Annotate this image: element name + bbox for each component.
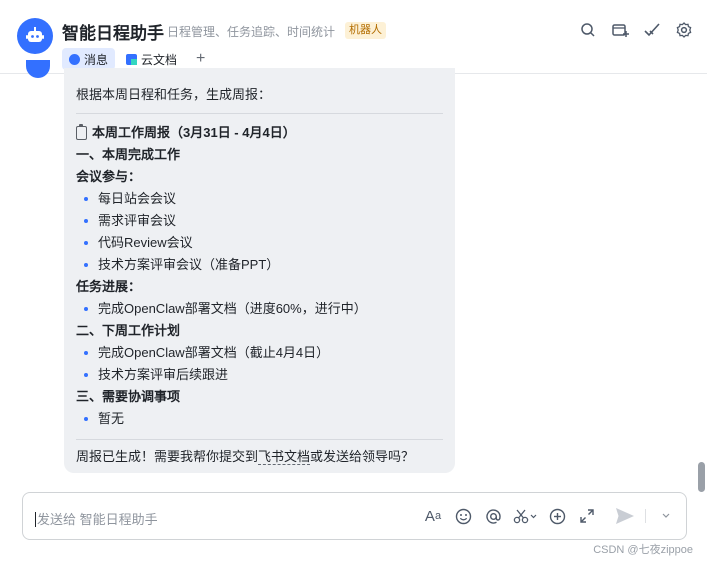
report-title: 本周工作周报（3月31日 - 4月4日） xyxy=(76,122,443,144)
bullet xyxy=(84,219,88,223)
bot-badge: 机器人 xyxy=(345,22,386,39)
list-item: 每日站会会议 xyxy=(76,188,443,210)
tab-cloud-docs[interactable]: 云文档 xyxy=(119,48,184,70)
send-separator xyxy=(645,509,646,523)
robot-icon xyxy=(26,27,44,42)
bullet xyxy=(84,373,88,377)
tab-cloud-docs-label: 云文档 xyxy=(141,52,178,67)
add-tab-button[interactable]: + xyxy=(188,50,213,68)
divider xyxy=(76,439,443,440)
mention-icon[interactable] xyxy=(483,506,503,526)
list-item: 技术方案评审会议（准备PPT） xyxy=(76,254,443,276)
send-icon[interactable] xyxy=(615,506,635,526)
text-caret xyxy=(35,512,36,527)
input-toolbar: Aa xyxy=(423,506,676,526)
expand-icon[interactable] xyxy=(577,506,597,526)
chevron-down-icon[interactable] xyxy=(656,506,676,526)
check-icon[interactable] xyxy=(643,21,661,39)
message-icon xyxy=(69,53,80,65)
search-icon[interactable] xyxy=(579,21,597,39)
section-heading: 三、需要协调事项 xyxy=(76,389,181,404)
add-window-icon[interactable] xyxy=(611,21,629,39)
list-item: 暂无 xyxy=(76,408,443,430)
format-icon[interactable]: Aa xyxy=(423,506,443,526)
list-item-text: 技术方案评审会议（准备PPT） xyxy=(98,257,280,272)
message-input[interactable]: 发送给 智能日程助手 Aa xyxy=(22,492,687,540)
bullet xyxy=(84,263,88,267)
subsection-heading: 任务进展： xyxy=(76,279,142,294)
subsection-heading: 会议参与： xyxy=(76,169,142,184)
report-title-text: 本周工作周报（3月31日 - 4月4日） xyxy=(92,125,296,140)
list-item: 完成OpenClaw部署文档（进度60%，进行中） xyxy=(76,298,443,320)
doc-icon xyxy=(126,53,138,65)
bullet xyxy=(84,241,88,245)
message-bubble: 根据本周日程和任务，生成周报： 本周工作周报（3月31日 - 4月4日） 一、本… xyxy=(64,68,455,473)
message-avatar[interactable] xyxy=(26,60,50,78)
message-footer: 周报已生成！需要我帮你提交到飞书文档或发送给领导吗？ xyxy=(76,448,443,466)
header-actions xyxy=(579,21,693,39)
feishu-doc-link[interactable]: 飞书文档 xyxy=(258,449,311,465)
list-item: 技术方案评审后续跟进 xyxy=(76,364,443,386)
chat-tabs: 消息 云文档 + xyxy=(62,48,213,70)
bullet xyxy=(84,417,88,421)
chat-subtitle: 日程管理、任务追踪、时间统计 xyxy=(167,25,336,39)
bot-avatar[interactable] xyxy=(17,18,53,54)
emoji-icon[interactable] xyxy=(453,506,473,526)
list-item-text: 完成OpenClaw部署文档（截止4月4日） xyxy=(98,345,330,360)
list-item-text: 完成OpenClaw部署文档（进度60%，进行中） xyxy=(98,301,367,316)
scrollbar-thumb[interactable] xyxy=(698,462,705,492)
list-item-text: 需求评审会议 xyxy=(98,213,177,228)
footer-text-before: 周报已生成！需要我帮你提交到 xyxy=(76,449,259,464)
list-item-text: 代码Review会议 xyxy=(98,235,193,250)
bullet xyxy=(84,307,88,311)
add-circle-icon[interactable] xyxy=(547,506,567,526)
list-item: 完成OpenClaw部署文档（截止4月4日） xyxy=(76,342,443,364)
list-item-text: 每日站会会议 xyxy=(98,191,177,206)
chat-title: 智能日程助手 xyxy=(62,24,164,43)
watermark: CSDN @七夜zippoe xyxy=(593,544,693,556)
list-item: 代码Review会议 xyxy=(76,232,443,254)
gear-icon[interactable] xyxy=(675,21,693,39)
tab-messages[interactable]: 消息 xyxy=(62,48,116,70)
list-item-text: 技术方案评审后续跟进 xyxy=(98,367,229,382)
section-heading: 二、下周工作计划 xyxy=(76,323,181,338)
clipboard-icon xyxy=(76,124,87,140)
input-placeholder-text: 发送给 智能日程助手 xyxy=(37,512,158,527)
input-placeholder: 发送给 智能日程助手 xyxy=(35,509,158,528)
footer-text-after: 或发送给领导吗？ xyxy=(310,449,415,464)
scissors-icon[interactable] xyxy=(513,506,537,526)
list-item: 需求评审会议 xyxy=(76,210,443,232)
chat-header: 智能日程助手 日程管理、任务追踪、时间统计 机器人 消息 云文档 + xyxy=(0,0,707,74)
list-item-text: 暂无 xyxy=(98,411,125,426)
section-heading: 一、本周完成工作 xyxy=(76,147,181,162)
bullet xyxy=(84,351,88,355)
divider xyxy=(76,113,443,114)
bullet xyxy=(84,197,88,201)
tab-messages-label: 消息 xyxy=(84,52,109,67)
message-intro: 根据本周日程和任务，生成周报： xyxy=(76,87,272,102)
